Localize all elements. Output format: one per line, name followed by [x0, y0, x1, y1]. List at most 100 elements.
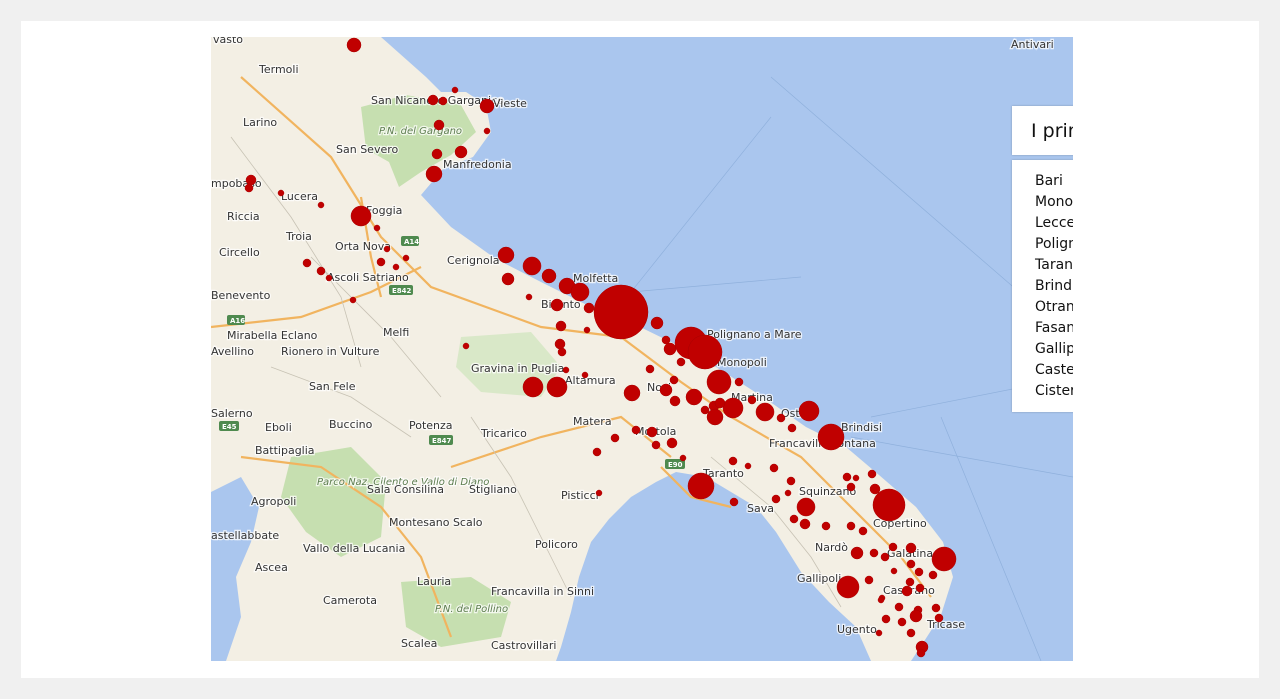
- map-marker[interactable]: [433, 119, 445, 131]
- map-marker[interactable]: [554, 338, 566, 350]
- map-marker[interactable]: [610, 433, 620, 443]
- map-marker[interactable]: [570, 282, 590, 302]
- map-marker[interactable]: [317, 201, 325, 209]
- map-marker[interactable]: [787, 423, 797, 433]
- map-marker[interactable]: [872, 488, 906, 522]
- map-marker[interactable]: [373, 224, 381, 232]
- map-marker[interactable]: [557, 347, 567, 357]
- map-marker[interactable]: [897, 617, 907, 627]
- map-marker[interactable]: [909, 609, 923, 623]
- map-marker[interactable]: [595, 489, 603, 497]
- map-marker[interactable]: [846, 521, 856, 531]
- map-marker[interactable]: [771, 494, 781, 504]
- map-marker[interactable]: [277, 189, 285, 197]
- map-marker[interactable]: [676, 357, 686, 367]
- map-marker[interactable]: [451, 86, 459, 94]
- map-marker[interactable]: [880, 552, 890, 562]
- map-marker[interactable]: [852, 474, 860, 482]
- map-marker[interactable]: [376, 257, 386, 267]
- map-marker[interactable]: [479, 98, 495, 114]
- map-marker[interactable]: [562, 366, 570, 374]
- map-marker[interactable]: [583, 326, 591, 334]
- map-marker[interactable]: [583, 302, 595, 314]
- map-marker[interactable]: [661, 335, 671, 345]
- map-marker[interactable]: [789, 514, 799, 524]
- map-marker[interactable]: [497, 246, 515, 264]
- map-marker[interactable]: [350, 205, 372, 227]
- map-marker[interactable]: [776, 413, 786, 423]
- map-marker[interactable]: [593, 284, 649, 340]
- map-marker[interactable]: [888, 542, 898, 552]
- map-marker[interactable]: [687, 334, 723, 370]
- map-marker[interactable]: [687, 472, 715, 500]
- map-marker[interactable]: [651, 440, 661, 450]
- map-marker[interactable]: [915, 583, 925, 593]
- map-marker[interactable]: [931, 546, 957, 572]
- map-marker[interactable]: [784, 489, 792, 497]
- map-marker[interactable]: [842, 472, 852, 482]
- map-marker[interactable]: [349, 296, 357, 304]
- map-marker[interactable]: [928, 570, 938, 580]
- map-marker[interactable]: [244, 183, 254, 193]
- map-marker[interactable]: [914, 567, 924, 577]
- map-marker[interactable]: [817, 423, 845, 451]
- map-marker[interactable]: [821, 521, 831, 531]
- map-marker[interactable]: [714, 397, 726, 409]
- map-marker[interactable]: [786, 476, 796, 486]
- map-marker[interactable]: [890, 567, 898, 575]
- map-marker[interactable]: [541, 268, 557, 284]
- map-marker[interactable]: [846, 482, 856, 492]
- map-marker[interactable]: [706, 369, 732, 395]
- map-marker[interactable]: [867, 469, 877, 479]
- map-marker[interactable]: [392, 263, 400, 271]
- map-marker[interactable]: [650, 316, 664, 330]
- map-marker[interactable]: [869, 483, 881, 495]
- map-marker[interactable]: [850, 546, 864, 560]
- map-marker[interactable]: [522, 376, 544, 398]
- map-marker[interactable]: [796, 497, 816, 517]
- map-marker[interactable]: [734, 377, 744, 387]
- map-marker[interactable]: [659, 383, 673, 397]
- map-marker[interactable]: [501, 272, 515, 286]
- map-marker[interactable]: [666, 437, 678, 449]
- map-marker[interactable]: [881, 614, 891, 624]
- map-marker[interactable]: [483, 127, 491, 135]
- map-marker[interactable]: [706, 408, 724, 426]
- map-marker[interactable]: [454, 145, 468, 159]
- map-marker[interactable]: [799, 518, 811, 530]
- map-marker[interactable]: [623, 384, 641, 402]
- map-marker[interactable]: [462, 342, 470, 350]
- map-marker[interactable]: [316, 266, 326, 276]
- map-marker[interactable]: [747, 395, 757, 405]
- map-marker[interactable]: [522, 256, 542, 276]
- map-marker[interactable]: [646, 426, 658, 438]
- map-marker[interactable]: [906, 628, 916, 638]
- map-marker[interactable]: [729, 497, 739, 507]
- map-marker[interactable]: [525, 293, 533, 301]
- map-marker[interactable]: [669, 375, 679, 385]
- map-marker[interactable]: [581, 371, 589, 379]
- map-marker[interactable]: [906, 559, 916, 569]
- map-marker[interactable]: [894, 602, 904, 612]
- map-canvas[interactable]: A14 E842 A16 E45 E847 E90 vasto Termoli …: [211, 37, 1073, 661]
- map-marker[interactable]: [901, 585, 913, 597]
- map-marker[interactable]: [905, 577, 915, 587]
- map-marker[interactable]: [302, 258, 312, 268]
- map-marker[interactable]: [836, 575, 860, 599]
- map-marker[interactable]: [869, 548, 879, 558]
- map-marker[interactable]: [858, 526, 868, 536]
- map-marker[interactable]: [592, 447, 602, 457]
- map-marker[interactable]: [755, 402, 775, 422]
- map-marker[interactable]: [864, 575, 874, 585]
- map-marker[interactable]: [931, 603, 941, 613]
- map-marker[interactable]: [700, 405, 710, 415]
- map-marker[interactable]: [798, 400, 820, 422]
- map-marker[interactable]: [555, 320, 567, 332]
- map-marker[interactable]: [431, 148, 443, 160]
- map-marker[interactable]: [875, 629, 883, 637]
- map-marker[interactable]: [769, 463, 779, 473]
- map-marker[interactable]: [546, 376, 568, 398]
- map-marker[interactable]: [425, 165, 443, 183]
- map-marker[interactable]: [679, 454, 687, 462]
- map-marker[interactable]: [427, 94, 439, 106]
